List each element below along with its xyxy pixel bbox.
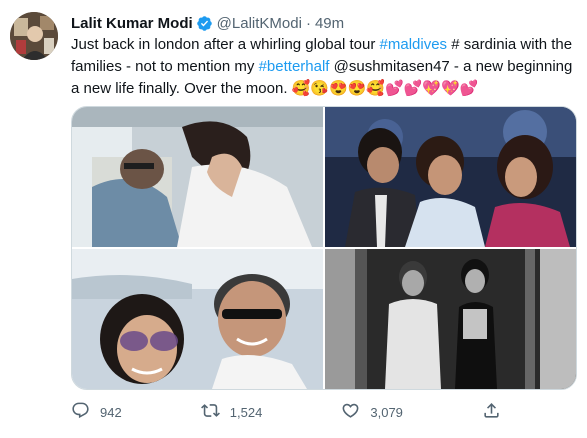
timestamp[interactable]: 49m [315,15,344,32]
tweet-text: Just back in london after a whirling glo… [71,34,577,100]
reply-icon [71,401,90,423]
avatar[interactable] [10,12,58,60]
media-grid [71,106,577,390]
heart-icon [341,401,360,423]
share-button[interactable] [482,401,501,423]
photo-3[interactable] [72,249,323,389]
avatar-image [10,12,58,60]
display-name[interactable]: Lalit Kumar Modi [71,15,193,32]
hashtag-link[interactable]: #betterhalf [259,58,330,75]
separator-dot: · [305,14,311,32]
reply-count: 942 [100,404,122,420]
retweet-button[interactable]: 1,524 [200,401,263,423]
hashtag-link[interactable]: #maldives [380,36,448,53]
verified-badge-icon [196,15,213,32]
photo-1[interactable] [72,107,323,247]
tweet-actions: 942 1,524 3,079 [71,400,501,424]
photo-2[interactable] [325,107,576,247]
tweet-text-segment: Just back in london after a whirling glo… [71,36,380,53]
tweet-header: Lalit Kumar Modi @LalitKModi · 49m [71,13,344,33]
retweet-count: 1,524 [229,404,263,420]
like-button[interactable]: 3,079 [341,401,403,423]
like-count: 3,079 [370,404,403,420]
retweet-icon [200,401,220,423]
emoji-sequence: 🥰😘😍😍🥰💕💕💖💖💕 [291,80,479,97]
photo-4[interactable] [325,249,576,389]
user-handle[interactable]: @LalitKModi [217,15,302,32]
share-icon [482,401,501,423]
reply-button[interactable]: 942 [71,401,122,423]
